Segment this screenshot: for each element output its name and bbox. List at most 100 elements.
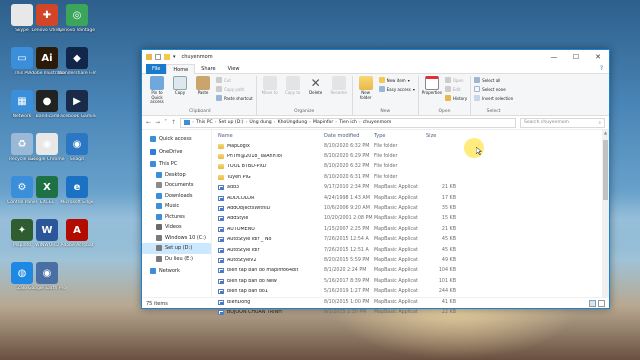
paste-shortcut-button[interactable]: Paste shortcut — [216, 95, 253, 101]
nav-item[interactable]: Du lieu (E:) — [142, 254, 211, 265]
breadcrumb-separator-icon[interactable]: › — [359, 120, 361, 125]
file-name-cell: AutoStyle Idlr _ No — [216, 237, 324, 243]
copy-to-button[interactable]: Copy to — [283, 76, 303, 96]
file-row[interactable]: Tuyen PIG 8/10/2020 6:31 PM File folder — [212, 172, 609, 182]
nav-item[interactable]: OneDrive — [142, 147, 211, 158]
file-row[interactable]: MapLogix 8/10/2020 6:32 PM File folder — [212, 141, 609, 151]
pin-icon — [150, 76, 164, 90]
desktop-icon[interactable]: ◉ Snagit — [58, 133, 96, 162]
breadcrumb-separator-icon[interactable]: › — [335, 120, 337, 125]
file-name: AutoStyle Idlr _ No — [227, 237, 272, 243]
file-row[interactable]: BienDong 8/10/2015 1:00 PM MapBasic Applic… — [212, 297, 609, 307]
file-row[interactable]: BOJOON CHUAN TRINH 9/1/2015 2:30 PM MapBas… — [212, 307, 609, 317]
desktop-icon[interactable]: ▶ Facebook Gaming — [58, 90, 96, 119]
file-row[interactable]: TOOL BTBD-PXD 8/10/2020 6:32 PM File folde… — [212, 162, 609, 172]
tab-view[interactable]: View — [222, 64, 246, 74]
breadcrumb-item[interactable]: This PC — [196, 120, 213, 125]
file-row[interactable]: ADDCOLOR 4/24/1998 1:43 AM MapBasic Applic… — [212, 193, 609, 203]
file-row[interactable]: AutoStyle Idlr 7/26/2015 12:51 A MapBasic … — [212, 245, 609, 255]
easy-access-button[interactable]: Easy access ▾ — [378, 86, 415, 92]
qat-dropdown-icon[interactable]: ▾ — [173, 54, 176, 60]
move-to-button[interactable]: Move to — [260, 76, 280, 96]
paste-button[interactable]: Paste — [193, 76, 213, 96]
file-row[interactable]: add3 9/17/2010 2:34 PM MapBasic Applicat 21… — [212, 183, 609, 193]
column-size-header[interactable]: Size — [426, 133, 456, 139]
breadcrumb-item[interactable]: Mapinfor — [313, 120, 333, 125]
breadcrumb-separator-icon[interactable]: › — [215, 120, 217, 125]
nav-item[interactable]: Videos — [142, 222, 211, 233]
breadcrumb-separator-icon[interactable]: › — [309, 120, 311, 125]
file-row[interactable]: AUTOMENU 1/15/2007 2:25 PM MapBasic Applic… — [212, 224, 609, 234]
properties-button[interactable]: Properties — [422, 76, 442, 96]
copy-button[interactable]: Copy — [170, 76, 190, 96]
nav-item[interactable]: Music — [142, 201, 211, 212]
file-row[interactable]: bien tap ban do mapinfo64bit 8/1/2020 2:2… — [212, 266, 609, 276]
copy-path-button[interactable]: Copy path — [216, 86, 253, 92]
maximize-button[interactable]: ☐ — [565, 50, 587, 64]
file-date: 10/6/2006 9:20 AM — [324, 206, 370, 212]
recent-chevron-icon[interactable]: ˅ — [164, 119, 167, 126]
nav-item[interactable]: Network — [142, 266, 211, 277]
column-type-header[interactable]: Type — [374, 133, 426, 139]
close-button[interactable]: ✕ — [587, 50, 609, 64]
tab-home[interactable]: Home — [166, 63, 196, 74]
breadcrumb-item[interactable]: Ung dung — [249, 120, 271, 125]
select-none-button[interactable]: Select none — [474, 86, 513, 92]
nav-item[interactable]: Downloads — [142, 191, 211, 202]
desktop-icon[interactable]: ◎ Lenovo Vantage — [58, 4, 96, 33]
up-arrow-icon[interactable]: ↑ — [171, 119, 176, 126]
history-button[interactable]: History — [444, 95, 467, 101]
address-bar[interactable]: › This PC › Set up (D:) › Ung dung › KhoUngdung… — [180, 117, 516, 128]
column-name-header[interactable]: Name — [216, 133, 324, 139]
pin-quick-access-button[interactable]: Pin to Quick access — [147, 76, 167, 105]
file-row[interactable]: PnTm@2018_TaiAnhToi 8/10/2020 6:29 PM File… — [212, 151, 609, 161]
nav-item[interactable]: Documents — [142, 180, 211, 191]
desktop-icon[interactable]: ◉ Google Earth Pro — [28, 262, 66, 291]
properties-quick-icon[interactable] — [155, 54, 161, 60]
new-folder-button[interactable]: New folder — [356, 76, 376, 100]
breadcrumb-separator-icon[interactable]: › — [192, 120, 194, 125]
desktop-icon[interactable]: ◆ Wondershare Filmora — [58, 47, 96, 76]
nav-item[interactable]: Pictures — [142, 212, 211, 223]
breadcrumb-separator-icon[interactable]: › — [274, 120, 276, 125]
nav-item[interactable]: Set up (D:) — [142, 243, 211, 254]
rename-button[interactable]: Rename — [329, 76, 349, 96]
breadcrumb-separator-icon[interactable]: › — [246, 120, 248, 125]
title-bar[interactable]: ▾ chuyenmom — ☐ ✕ — [142, 50, 609, 64]
delete-button[interactable]: ✕ Delete — [306, 76, 326, 96]
new-item-button[interactable]: New item ▾ — [378, 77, 415, 83]
tab-share[interactable]: Share — [195, 64, 221, 74]
back-arrow-icon[interactable]: ← — [146, 119, 151, 126]
nav-item[interactable]: This PC — [142, 159, 211, 170]
file-row[interactable]: AddObjectsWithID 10/6/2006 9:20 AM MapBasi… — [212, 203, 609, 213]
open-button[interactable]: Open — [444, 77, 467, 83]
file-row[interactable]: bien tap ban do1 5/16/2019 1:27 PM MapBasi… — [212, 286, 609, 296]
help-icon[interactable]: ? — [600, 65, 603, 72]
edit-button[interactable]: Edit — [444, 86, 467, 92]
minimize-button[interactable]: — — [543, 50, 565, 64]
scrollbar-thumb[interactable] — [603, 140, 608, 200]
file-row[interactable]: bien tap ban do New 5/16/2017 8:39 PM MapB… — [212, 276, 609, 286]
breadcrumb-item[interactable]: KhoUngdung — [278, 120, 308, 125]
nav-item[interactable]: Quick access — [142, 134, 211, 145]
nav-item[interactable]: Desktop — [142, 170, 211, 181]
vertical-scrollbar[interactable]: ▲ — [602, 130, 609, 297]
file-row[interactable]: AutoStyleV2 8/20/2015 5:59 PM MapBasic App… — [212, 255, 609, 265]
desktop-icon[interactable]: A Adobe Acrobat — [58, 219, 96, 248]
tab-file[interactable]: File — [146, 63, 167, 74]
file-row[interactable]: AddStyle 10/20/2001 2:08 PM MapBasic Appli… — [212, 214, 609, 224]
file-row[interactable]: AutoStyle Idlr _ No 7/26/2015 12:54 A MapB… — [212, 235, 609, 245]
search-box[interactable]: Search chuyenmom ⌕ — [520, 117, 605, 128]
select-all-button[interactable]: Select all — [474, 77, 513, 83]
nav-item[interactable]: Windows 10 (C:) — [142, 233, 211, 244]
invert-selection-button[interactable]: Invert selection — [474, 95, 513, 101]
cut-button[interactable]: Cut — [216, 77, 253, 83]
new-folder-quick-icon[interactable] — [164, 54, 170, 60]
forward-arrow-icon[interactable]: → — [155, 119, 160, 126]
breadcrumb-item[interactable]: Tien ich — [339, 120, 357, 125]
scroll-up-icon[interactable]: ▲ — [602, 130, 609, 136]
column-date-header[interactable]: Date modified — [324, 133, 374, 139]
breadcrumb-item[interactable]: chuyenmom — [363, 120, 392, 125]
breadcrumb-item[interactable]: Set up (D:) — [219, 120, 244, 125]
desktop-icon[interactable]: e Microsoft Edge — [58, 176, 96, 205]
